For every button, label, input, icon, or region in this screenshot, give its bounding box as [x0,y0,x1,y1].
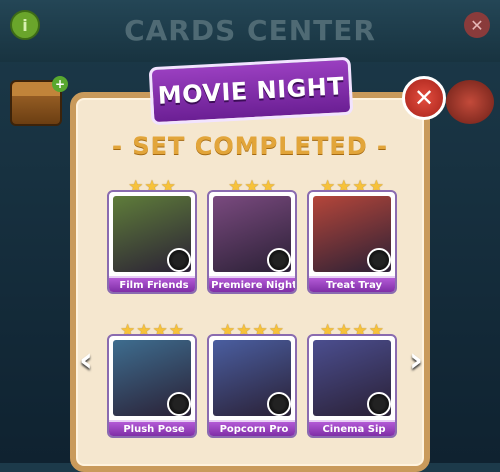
background-close-icon[interactable]: ✕ [464,12,490,38]
card-label: Cinema Sip [309,420,395,436]
card-frame: Plush Pose [107,334,197,438]
card-label: Popcorn Pro [209,420,295,436]
set-title-ribbon: MOVIE NIGHT [148,56,354,126]
card-frame: Treat Tray [307,190,397,294]
background-title: CARDS CENTER [124,14,376,47]
info-icon[interactable]: i [10,10,40,40]
card-label: Plush Pose [109,420,195,436]
film-reel-icon [367,248,391,272]
cannon-icon[interactable] [446,80,494,124]
treasure-chest-icon[interactable]: + [10,76,68,126]
film-reel-icon [267,248,291,272]
film-reel-icon [167,392,191,416]
film-reel-icon [267,392,291,416]
plus-icon: + [52,76,68,92]
card-treat-tray[interactable]: ★ ★ ★ ★ Treat Tray [307,178,397,298]
next-arrow-icon[interactable]: › [404,340,428,380]
film-reel-icon [167,248,191,272]
card-premiere-night[interactable]: ★ ★ ★ Premiere Night [207,178,297,298]
card-frame: Cinema Sip [307,334,397,438]
card-frame: Premiere Night [207,190,297,294]
card-frame: Popcorn Pro [207,334,297,438]
card-label: Treat Tray [309,276,395,292]
previous-arrow-icon[interactable]: ‹ [74,340,98,380]
card-frame: Film Friends [107,190,197,294]
card-film-friends[interactable]: ★ ★ ★ Film Friends [107,178,197,298]
card-plush-pose[interactable]: ★ ★ ★ ★ Plush Pose [107,322,197,442]
card-label: Film Friends [109,276,195,292]
card-label: Premiere Night [209,276,295,292]
card-popcorn-pro[interactable]: ★ ★ ★ ★ Popcorn Pro [207,322,297,442]
card-cinema-sip[interactable]: ★ ★ ★ ★ Cinema Sip [307,322,397,442]
close-button[interactable]: ✕ [402,76,446,120]
film-reel-icon [367,392,391,416]
set-completed-label: - SET COMPLETED - [112,132,388,160]
